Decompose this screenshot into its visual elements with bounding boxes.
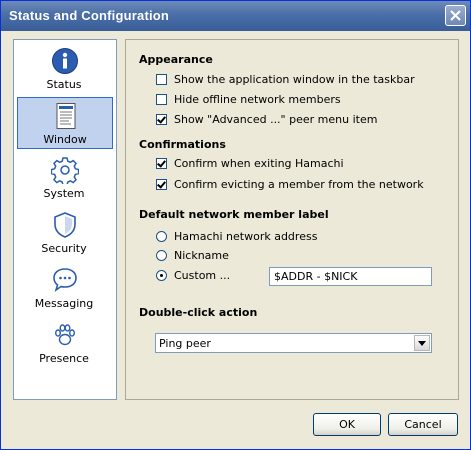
speech-bubble-icon bbox=[53, 268, 77, 292]
custom-label-input[interactable] bbox=[269, 267, 432, 286]
ok-button[interactable]: OK bbox=[313, 413, 381, 436]
confirm-exit-checkbox-row[interactable]: Confirm when exiting Hamachi bbox=[156, 156, 344, 170]
member-label-heading: Default network member label bbox=[139, 208, 329, 221]
close-button[interactable] bbox=[445, 5, 466, 26]
dropdown-arrow-button[interactable] bbox=[414, 335, 430, 351]
sidebar-item-status[interactable]: Status bbox=[17, 43, 113, 95]
sidebar-item-label: Security bbox=[41, 242, 87, 255]
radio-label: Custom ... bbox=[174, 268, 231, 282]
taskbar-checkbox-row[interactable]: Show the application window in the taskb… bbox=[156, 72, 415, 86]
sidebar-item-label: Messaging bbox=[34, 297, 94, 310]
sidebar-item-label: Presence bbox=[39, 352, 89, 365]
sidebar-item-security[interactable]: Security bbox=[17, 207, 113, 259]
confirm-evict-checkbox[interactable] bbox=[156, 178, 167, 190]
advanced-menu-checkbox-row[interactable]: Show "Advanced ..." peer menu item bbox=[156, 112, 377, 126]
confirm-exit-checkbox[interactable] bbox=[156, 157, 167, 169]
advanced-menu-checkbox[interactable] bbox=[156, 113, 167, 125]
sidebar-item-window[interactable]: Window bbox=[17, 97, 113, 149]
custom-radio[interactable] bbox=[156, 269, 167, 281]
shield-icon bbox=[54, 212, 76, 238]
sidebar-item-messaging[interactable]: Messaging bbox=[17, 262, 113, 314]
sidebar-item-presence[interactable]: Presence bbox=[17, 317, 113, 369]
radio-label: Hamachi network address bbox=[174, 229, 318, 243]
address-radio-row[interactable]: Hamachi network address bbox=[156, 229, 317, 243]
taskbar-checkbox[interactable] bbox=[156, 73, 167, 85]
checkbox-label: Show the application window in the taskb… bbox=[174, 72, 415, 86]
hide-offline-checkbox-row[interactable]: Hide offline network members bbox=[156, 92, 341, 106]
checkbox-label: Confirm evicting a member from the netwo… bbox=[174, 177, 424, 191]
sidebar-item-label: Window bbox=[43, 133, 87, 146]
sidebar-item-system[interactable]: System bbox=[17, 152, 113, 204]
gear-icon bbox=[51, 157, 79, 184]
selected-action: Ping peer bbox=[159, 337, 211, 350]
double-click-heading: Double-click action bbox=[139, 306, 258, 319]
dialog-window: Status and Configuration Status Window S… bbox=[0, 0, 471, 450]
double-click-action-select[interactable]: Ping peer bbox=[155, 333, 432, 353]
category-sidebar: Status Window System Security Messaging … bbox=[13, 39, 117, 400]
close-icon bbox=[450, 10, 461, 21]
appearance-heading: Appearance bbox=[139, 53, 213, 66]
confirmations-heading: Confirmations bbox=[139, 138, 226, 151]
window-document-icon bbox=[56, 103, 76, 129]
checkbox-label: Confirm when exiting Hamachi bbox=[174, 156, 344, 170]
cancel-button[interactable]: Cancel bbox=[388, 413, 458, 436]
hide-offline-checkbox[interactable] bbox=[156, 93, 167, 105]
custom-radio-row[interactable]: Custom ... bbox=[156, 268, 230, 282]
paw-icon bbox=[54, 324, 76, 346]
checkbox-label: Show "Advanced ..." peer menu item bbox=[174, 112, 378, 126]
info-icon bbox=[52, 48, 78, 74]
settings-panel: Appearance Show the application window i… bbox=[125, 39, 459, 400]
nickname-radio[interactable] bbox=[156, 249, 167, 261]
title-bar[interactable]: Status and Configuration bbox=[1, 1, 470, 31]
radio-label: Nickname bbox=[174, 248, 229, 262]
sidebar-item-label: System bbox=[43, 187, 85, 200]
checkbox-label: Hide offline network members bbox=[174, 92, 341, 106]
address-radio[interactable] bbox=[156, 230, 167, 242]
window-title: Status and Configuration bbox=[9, 8, 170, 23]
sidebar-item-label: Status bbox=[46, 78, 82, 91]
chevron-down-icon bbox=[418, 340, 426, 346]
nickname-radio-row[interactable]: Nickname bbox=[156, 248, 229, 262]
confirm-evict-checkbox-row[interactable]: Confirm evicting a member from the netwo… bbox=[156, 177, 424, 191]
